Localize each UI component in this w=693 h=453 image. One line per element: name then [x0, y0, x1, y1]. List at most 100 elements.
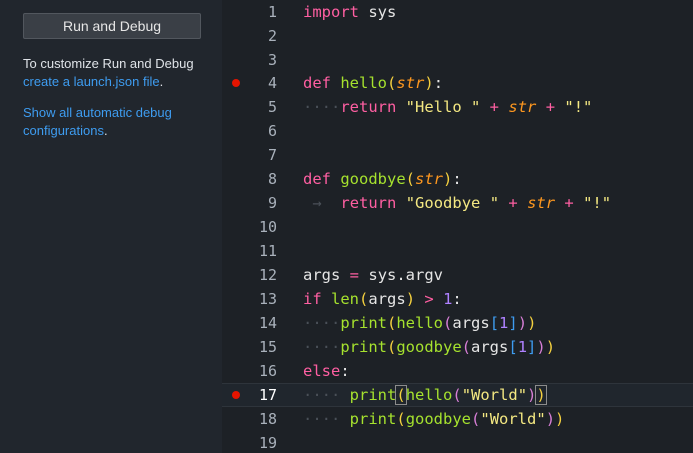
- number-literal: 1: [499, 314, 509, 332]
- function-name: goodbye: [405, 410, 472, 428]
- operator: >: [424, 290, 434, 308]
- line-code: args = sys.argv: [303, 263, 443, 287]
- code-line[interactable]: 1 import sys: [222, 0, 693, 24]
- period: .: [103, 123, 108, 138]
- line-number[interactable]: 14: [242, 311, 277, 335]
- function-name: print: [340, 314, 387, 332]
- code-line[interactable]: 11: [222, 239, 693, 263]
- code-line-current[interactable]: 17 ···· print(hello("World")): [222, 383, 693, 407]
- function-name: goodbye: [396, 338, 462, 356]
- line-code: import sys: [303, 0, 396, 24]
- show-automatic-debug-configurations-link[interactable]: Show all automatic debug configurations: [23, 105, 172, 138]
- string-literal: "World": [461, 386, 528, 404]
- operator: +: [508, 194, 518, 212]
- line-number[interactable]: 3: [242, 48, 277, 72]
- vscode-window: Run and Debug To customize Run and Debug…: [0, 0, 693, 453]
- line-code: else:: [303, 362, 350, 380]
- parameter: str: [396, 74, 425, 92]
- line-code: ····print(hello(args[1])): [303, 314, 537, 332]
- code-line[interactable]: 10: [222, 215, 693, 239]
- customize-label: To customize Run and Debug: [23, 56, 194, 71]
- code-line[interactable]: 3: [222, 48, 693, 72]
- string-literal: "Hello ": [405, 98, 481, 116]
- line-number[interactable]: 4: [242, 71, 277, 95]
- breakpoint-icon[interactable]: [232, 391, 240, 399]
- code-line[interactable]: 14 ····print(hello(args[1])): [222, 311, 693, 335]
- parameter: str: [527, 194, 556, 212]
- customize-text: To customize Run and Debug create a laun…: [23, 55, 213, 91]
- line-code: ····return "Hello " + str + "!": [303, 95, 592, 119]
- line-number[interactable]: 2: [242, 24, 277, 48]
- string-literal: "Goodbye ": [405, 194, 500, 212]
- code-line[interactable]: 19: [222, 431, 693, 453]
- code-line[interactable]: 12 args = sys.argv: [222, 263, 693, 287]
- code-line[interactable]: 2: [222, 24, 693, 48]
- line-code: ···· print(hello("World")): [303, 385, 547, 405]
- function-name: hello: [405, 386, 453, 404]
- breakpoint-icon[interactable]: [232, 79, 240, 87]
- line-number[interactable]: 11: [242, 239, 277, 263]
- whitespace-marker: ····: [303, 410, 341, 428]
- line-number[interactable]: 6: [242, 119, 277, 143]
- operator: +: [489, 98, 500, 116]
- identifier: args: [303, 266, 341, 284]
- code-line[interactable]: 4 def hello(str):: [222, 71, 693, 95]
- line-code: if len(args) > 1:: [303, 290, 462, 308]
- line-number[interactable]: 13: [242, 287, 277, 311]
- identifier: args: [368, 290, 406, 308]
- operator: +: [545, 98, 556, 116]
- code-line[interactable]: 8 def goodbye(str):: [222, 167, 693, 191]
- code-line[interactable]: 9 → return "Goodbye " + str + "!": [222, 191, 693, 215]
- whitespace-marker: ····: [303, 338, 341, 356]
- code-line[interactable]: 6: [222, 119, 693, 143]
- code-line[interactable]: 7: [222, 143, 693, 167]
- show-configs-text: Show all automatic debug configurations.: [23, 104, 213, 140]
- period: .: [159, 74, 164, 89]
- operator: =: [349, 266, 360, 284]
- code-line[interactable]: 16 else:: [222, 359, 693, 383]
- number-literal: 1: [443, 290, 453, 308]
- function-name: hello: [340, 74, 388, 92]
- line-number[interactable]: 17: [242, 383, 277, 407]
- keyword-return: return: [340, 194, 397, 212]
- code-line[interactable]: 15 ····print(goodbye(args[1])): [222, 335, 693, 359]
- parameter: str: [415, 170, 444, 188]
- whitespace-marker: ····: [303, 98, 341, 116]
- keyword-import: import: [303, 3, 359, 21]
- identifier: sys.argv: [368, 266, 444, 284]
- function-name: print: [349, 410, 397, 428]
- code-editor[interactable]: 1 import sys 2 3 4 def hello(str): 5 ···…: [222, 0, 693, 453]
- keyword-else: else: [303, 362, 341, 380]
- create-launch-json-link[interactable]: create a launch.json file: [23, 74, 160, 89]
- line-number[interactable]: 7: [242, 143, 277, 167]
- keyword-def: def: [303, 170, 331, 188]
- number-literal: 1: [517, 338, 528, 356]
- line-number[interactable]: 9: [242, 191, 277, 215]
- run-and-debug-button[interactable]: Run and Debug: [23, 13, 201, 39]
- code-line[interactable]: 13 if len(args) > 1:: [222, 287, 693, 311]
- tab-arrow: →: [312, 194, 322, 212]
- function-name: goodbye: [340, 170, 406, 188]
- line-number[interactable]: 12: [242, 263, 277, 287]
- tab-marker-icon: →: [303, 194, 340, 212]
- function-name: len: [331, 290, 360, 308]
- run-debug-sidebar: Run and Debug To customize Run and Debug…: [0, 0, 222, 453]
- keyword-def: def: [303, 74, 331, 92]
- line-number[interactable]: 10: [242, 215, 277, 239]
- line-number[interactable]: 1: [242, 0, 277, 24]
- line-number[interactable]: 8: [242, 167, 277, 191]
- line-number[interactable]: 18: [242, 407, 277, 431]
- line-number[interactable]: 19: [242, 431, 277, 453]
- keyword-return: return: [340, 98, 397, 116]
- function-name: print: [349, 386, 397, 404]
- whitespace-marker: ····: [303, 386, 341, 404]
- line-number[interactable]: 16: [242, 359, 277, 383]
- code-line[interactable]: 5 ····return "Hello " + str + "!": [222, 95, 693, 119]
- line-number[interactable]: 5: [242, 95, 277, 119]
- line-code: ···· print(goodbye("World")): [303, 410, 565, 428]
- string-literal: "!": [564, 98, 593, 116]
- line-code: def hello(str):: [303, 74, 444, 92]
- line-code: ····print(goodbye(args[1])): [303, 338, 556, 356]
- code-line[interactable]: 18 ···· print(goodbye("World")): [222, 407, 693, 431]
- line-number[interactable]: 15: [242, 335, 277, 359]
